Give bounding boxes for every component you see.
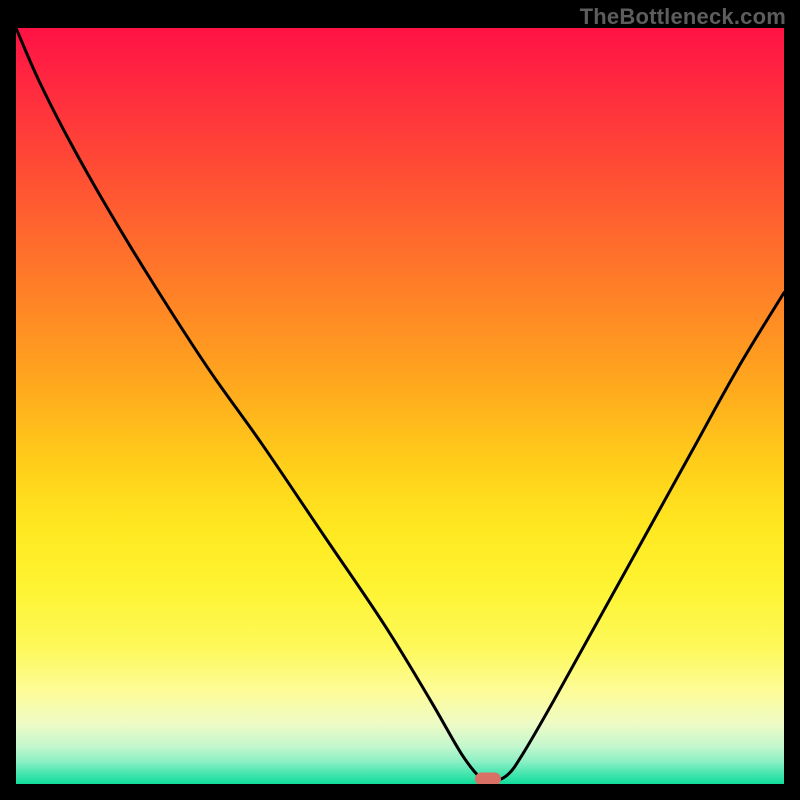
watermark-text: TheBottleneck.com (580, 4, 786, 30)
optimal-point-marker (475, 773, 501, 784)
bottleneck-curve (16, 28, 784, 784)
plot-area (16, 28, 784, 784)
chart-frame: TheBottleneck.com (0, 0, 800, 800)
